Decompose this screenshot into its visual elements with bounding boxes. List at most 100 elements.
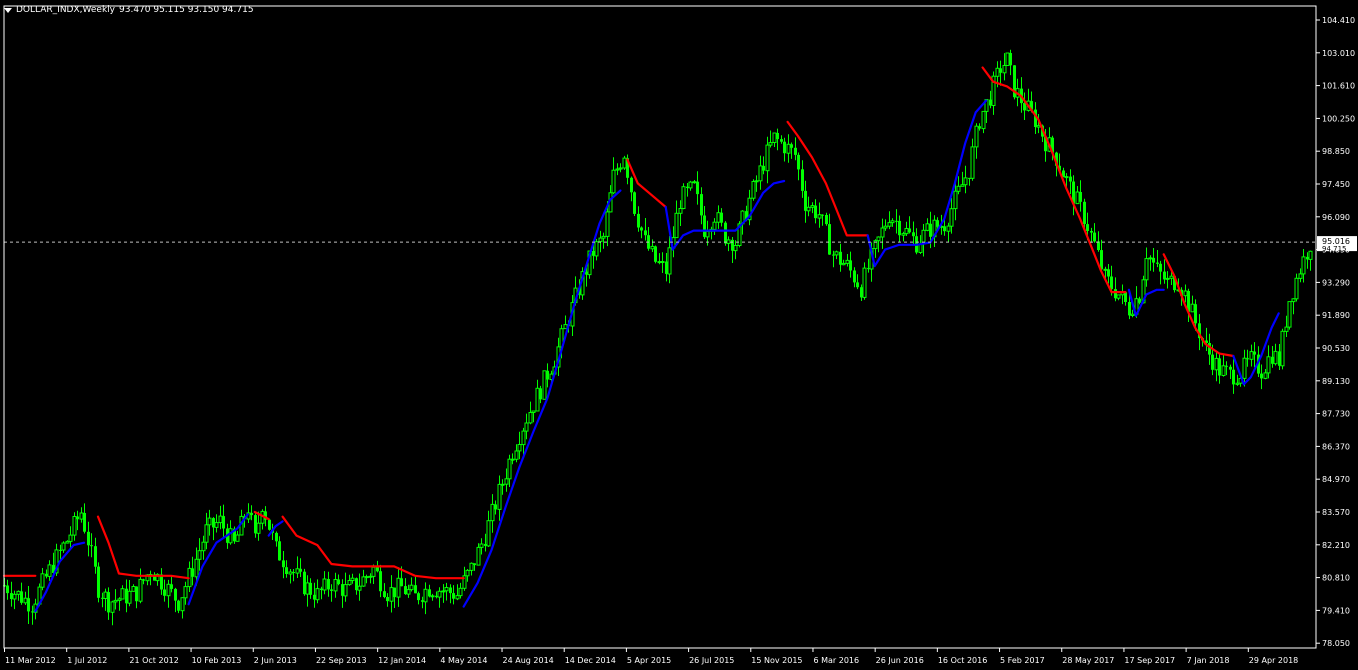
y-tick-label: 93.290 bbox=[1322, 278, 1350, 287]
candle-body-down bbox=[1086, 224, 1089, 231]
candle-body-up bbox=[333, 579, 338, 592]
candle-body-up bbox=[995, 67, 1000, 77]
x-tick-label: 10 Feb 2013 bbox=[192, 656, 242, 665]
candle-body-down bbox=[999, 68, 1002, 73]
candle-body-down bbox=[1159, 263, 1162, 272]
x-tick-label: 14 Dec 2014 bbox=[565, 656, 616, 665]
candle-body-down bbox=[1090, 231, 1093, 233]
y-tick-label: 79.410 bbox=[1322, 606, 1350, 615]
candle-body-up bbox=[131, 586, 136, 592]
candle-body-up bbox=[288, 571, 293, 575]
candle-body-up bbox=[235, 534, 240, 542]
candle-body-up bbox=[726, 239, 731, 244]
candle-body-down bbox=[1107, 269, 1110, 277]
x-tick-label: 12 Jan 2014 bbox=[378, 656, 426, 665]
candle-body-up bbox=[681, 186, 686, 209]
candle-body-up bbox=[904, 228, 909, 235]
candle-body-down bbox=[327, 579, 330, 590]
candle-body-up bbox=[542, 370, 547, 400]
candle-body-down bbox=[142, 579, 145, 581]
candle-body-down bbox=[943, 226, 946, 232]
candle-body-up bbox=[120, 588, 125, 600]
candle-body-up bbox=[862, 267, 867, 298]
candle-body-down bbox=[1260, 373, 1263, 379]
indicator-line-down bbox=[96, 515, 190, 580]
y-tick-label: 78.050 bbox=[1322, 639, 1350, 648]
candle-body-up bbox=[72, 516, 77, 536]
candle-body-up bbox=[594, 241, 599, 257]
symbol-label: DOLLAR_INDX,Weekly bbox=[16, 5, 115, 15]
x-tick-label: 2 Jun 2013 bbox=[254, 656, 297, 665]
candle-body-down bbox=[794, 147, 797, 155]
candle-body-up bbox=[110, 601, 115, 613]
y-tick-label: 98.850 bbox=[1322, 147, 1350, 156]
candle-body-down bbox=[285, 567, 288, 574]
price-chart[interactable]: 104.410 103.010 101.610 100.250 98.850 97.450… bbox=[0, 0, 1358, 670]
candle-body-up bbox=[295, 568, 300, 574]
chart-header: DOLLAR_INDX,Weekly 93.470 95.115 93.150 … bbox=[4, 3, 254, 17]
y-tick-label: 89.130 bbox=[1322, 377, 1350, 386]
candle-body-up bbox=[953, 190, 958, 210]
x-tick-label: 24 Aug 2014 bbox=[503, 656, 554, 665]
candle-body-up bbox=[712, 221, 717, 230]
candle-body-down bbox=[393, 587, 396, 598]
x-tick-label: 15 Nov 2015 bbox=[751, 656, 802, 665]
candle-body-up bbox=[194, 558, 199, 578]
candle-body-up bbox=[765, 144, 770, 172]
candle-body-up bbox=[1103, 268, 1108, 271]
candle-body-down bbox=[783, 141, 786, 154]
candle-body-down bbox=[640, 227, 643, 231]
candle-body-up bbox=[622, 157, 627, 169]
candle-body-up bbox=[79, 512, 84, 520]
candle-body-down bbox=[379, 571, 382, 592]
candle-body-up bbox=[61, 542, 66, 551]
candle-body-up bbox=[364, 576, 369, 579]
candle-body-up bbox=[510, 458, 515, 461]
candle-body-down bbox=[1093, 232, 1096, 242]
candle-body-up bbox=[207, 517, 212, 526]
y-tick-label: 86.370 bbox=[1322, 442, 1350, 451]
candle-body-up bbox=[315, 588, 320, 601]
candle-body-up bbox=[68, 534, 73, 542]
candle-body-up bbox=[437, 590, 442, 598]
candle-body-up bbox=[667, 247, 672, 275]
candle-body-up bbox=[650, 245, 655, 250]
candle-body-down bbox=[1110, 276, 1113, 290]
candle-body-up bbox=[876, 236, 881, 242]
candle-body-up bbox=[772, 132, 777, 143]
chart-window[interactable]: 104.410 103.010 101.610 100.250 98.850 97.450… bbox=[0, 0, 1358, 670]
candle-body-up bbox=[754, 180, 759, 183]
candle-body-up bbox=[256, 522, 261, 534]
candle-body-up bbox=[47, 564, 52, 577]
y-tick-label: 96.090 bbox=[1322, 213, 1350, 222]
x-tick-label: 5 Feb 2017 bbox=[1000, 656, 1045, 665]
candle-body-up bbox=[981, 110, 986, 130]
candle-body-up bbox=[1190, 303, 1195, 313]
candle-body-up bbox=[751, 181, 756, 199]
candle-body-up bbox=[1242, 357, 1247, 379]
candle-body-up bbox=[1005, 52, 1010, 66]
candle-body-down bbox=[1229, 366, 1232, 370]
x-tick-label: 11 Mar 2012 bbox=[5, 656, 56, 665]
candle-body-up bbox=[605, 211, 610, 237]
candle-body-down bbox=[828, 224, 831, 255]
x-tick-label: 22 Sep 2013 bbox=[316, 656, 367, 665]
candle-body-up bbox=[12, 593, 17, 600]
candle-body-down bbox=[135, 586, 138, 602]
candle-body-down bbox=[1069, 176, 1072, 182]
triangle-down-icon[interactable] bbox=[4, 7, 12, 13]
candle-body-up bbox=[103, 591, 108, 599]
candle-body-up bbox=[500, 483, 505, 486]
candlesticks-layer bbox=[3, 49, 1313, 626]
candle-body-up bbox=[1308, 250, 1313, 260]
candle-body-up bbox=[40, 573, 45, 588]
current-close-label: 94.715 bbox=[1322, 245, 1347, 253]
candle-body-down bbox=[546, 370, 549, 380]
candle-body-down bbox=[633, 192, 636, 214]
candle-body-down bbox=[107, 592, 110, 613]
y-tick-label: 87.730 bbox=[1322, 410, 1350, 419]
candle-body-down bbox=[797, 154, 800, 170]
candle-body-down bbox=[337, 579, 340, 585]
candle-body-down bbox=[268, 519, 271, 530]
candle-body-up bbox=[180, 597, 185, 612]
